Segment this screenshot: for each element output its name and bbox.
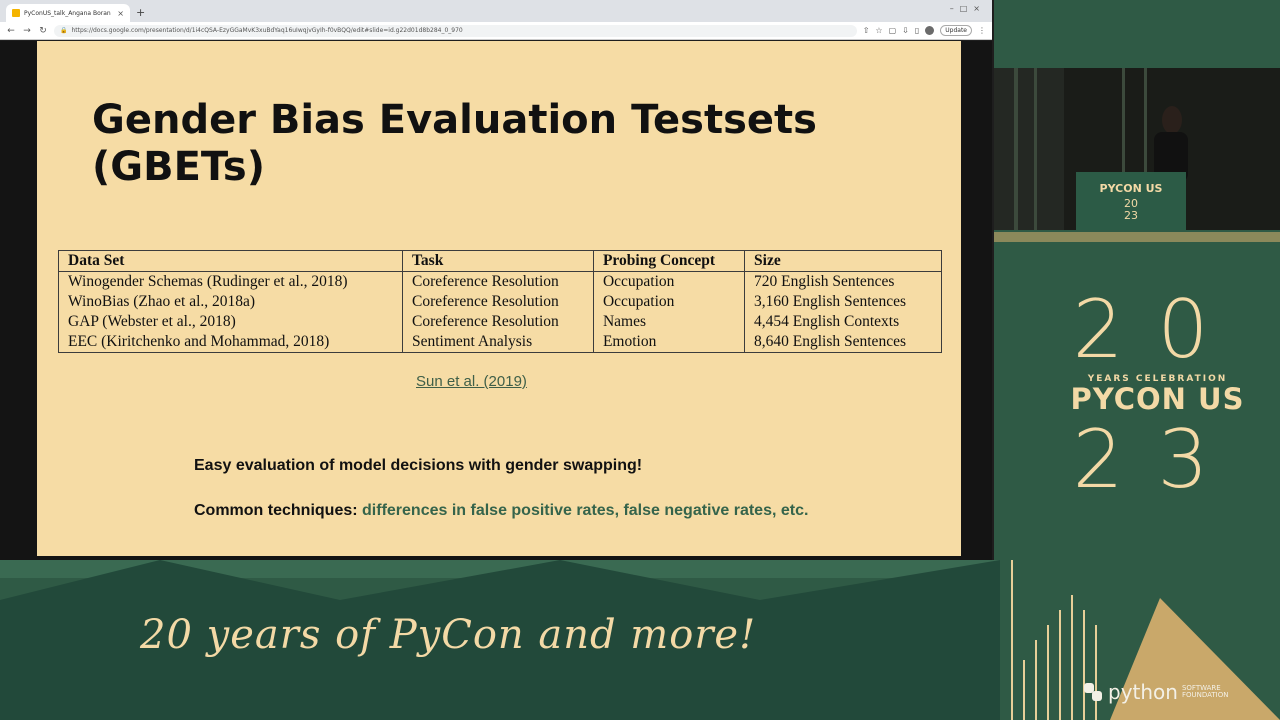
cell-task: Coreference Resolution [402, 312, 594, 332]
cell-task: Sentiment Analysis [402, 332, 594, 353]
new-tab-button[interactable]: + [136, 6, 145, 19]
pycon-logo: 20 YEARS CELEBRATION PYCON US 23 [1040, 290, 1275, 520]
sponsor-name: python [1108, 680, 1178, 704]
tab-slides[interactable]: PyConUS_talk_Angana Boran × [6, 4, 130, 22]
bullet-common-techniques: Common techniques: differences in false … [194, 502, 808, 520]
cell-size: 4,454 English Contexts [744, 312, 942, 332]
psf-logo: python SOFTWARE FOUNDATION [1082, 680, 1228, 704]
update-button[interactable]: Update [940, 25, 972, 36]
tab-title: PyConUS_talk_Angana Boran [24, 9, 111, 17]
table-header-row: Data Set Task Probing Concept Size [58, 250, 942, 272]
download-icon[interactable]: ⇩ [902, 26, 909, 35]
slides-icon [12, 9, 20, 17]
table-row: Winogender Schemas (Rudinger et al., 201… [58, 271, 942, 292]
slide: Gender Bias Evaluation Testsets (GBETs) … [37, 41, 961, 556]
table-row: WinoBias (Zhao et al., 2018a) Coreferenc… [58, 292, 942, 312]
cell-probing-concept: Occupation [592, 271, 746, 292]
cell-data-set: WinoBias (Zhao et al., 2018a) [58, 292, 403, 312]
tagline: 20 years of PyCon and more! [140, 612, 757, 658]
cell-probing-concept: Occupation [592, 292, 746, 312]
browser-toolbar: ← → ↻ 🔒 https://docs.google.com/presenta… [0, 22, 992, 40]
address-bar[interactable]: 🔒 https://docs.google.com/presentation/d… [54, 24, 857, 37]
sponsor-sub: SOFTWARE FOUNDATION [1182, 685, 1229, 699]
profile-avatar[interactable] [925, 26, 935, 35]
cell-size: 720 English Sentences [744, 271, 942, 292]
cell-data-set: EEC (Kiritchenko and Mohammad, 2018) [58, 332, 403, 353]
toolbar-icons: ⇧ ☆ ▢ ⇩ ▯ Update ⋮ [863, 25, 986, 36]
logo-number-bottom: 23 [1072, 413, 1243, 506]
share-icon[interactable]: ⇧ [863, 26, 870, 35]
cell-size: 8,640 English Sentences [744, 332, 942, 353]
tab-bar: PyConUS_talk_Angana Boran × + –□× [0, 0, 992, 22]
gbet-table: Data Set Task Probing Concept Size Winog… [58, 250, 942, 353]
podium-year-bottom: 23 [1124, 209, 1138, 222]
podium-name: PYCON US [1099, 182, 1163, 195]
header-size: Size [744, 250, 942, 272]
extensions-icon[interactable]: ▢ [889, 26, 897, 35]
lock-icon: 🔒 [60, 27, 68, 34]
cell-probing-concept: Names [592, 312, 746, 332]
sidepanel-icon[interactable]: ▯ [915, 26, 919, 35]
slide-title: Gender Bias Evaluation Testsets (GBETs) [92, 97, 892, 191]
url-text: https://docs.google.com/presentation/d/1… [71, 27, 463, 34]
back-icon[interactable]: ← [6, 26, 16, 36]
cell-data-set: GAP (Webster et al., 2018) [58, 312, 403, 332]
slide-title-line2: (GBETs) [92, 144, 265, 190]
close-tab-icon[interactable]: × [117, 9, 124, 18]
bullet-easy-evaluation: Easy evaluation of model decisions with … [194, 457, 643, 474]
citation-link[interactable]: Sun et al. (2019) [416, 373, 527, 390]
forward-icon[interactable]: → [22, 26, 32, 36]
python-logo-icon [1084, 683, 1102, 701]
podium: PYCON US 20 23 [1076, 172, 1186, 230]
common-techniques-label: Common techniques: [194, 502, 358, 519]
bookmark-star-icon[interactable]: ☆ [875, 26, 882, 35]
cell-probing-concept: Emotion [592, 332, 746, 353]
table-row: GAP (Webster et al., 2018) Coreference R… [58, 312, 942, 332]
table-row: EEC (Kiritchenko and Mohammad, 2018) Sen… [58, 332, 942, 353]
slide-title-line1: Gender Bias Evaluation Testsets [92, 97, 817, 143]
cell-task: Coreference Resolution [402, 271, 594, 292]
reload-icon[interactable]: ↻ [38, 26, 48, 36]
podium-year-top: 20 [1124, 197, 1138, 210]
window-controls[interactable]: –□× [950, 4, 986, 13]
cell-size: 3,160 English Sentences [744, 292, 942, 312]
cell-data-set: Winogender Schemas (Rudinger et al., 201… [58, 271, 403, 292]
cell-task: Coreference Resolution [402, 292, 594, 312]
sponsor-sub2: FOUNDATION [1181, 691, 1229, 699]
header-probing-concept: Probing Concept [592, 250, 746, 272]
logo-number-top: 20 [1072, 283, 1243, 376]
presentation-viewer: Gender Bias Evaluation Testsets (GBETs) … [0, 41, 992, 560]
menu-icon[interactable]: ⋮ [978, 26, 986, 35]
header-data-set: Data Set [58, 250, 403, 272]
logo-pycon-us: PYCON US [1070, 382, 1245, 416]
browser-window: PyConUS_talk_Angana Boran × + –□× ← → ↻ … [0, 0, 992, 560]
header-task: Task [402, 250, 594, 272]
common-techniques-value: differences in false positive rates, fal… [362, 502, 809, 519]
